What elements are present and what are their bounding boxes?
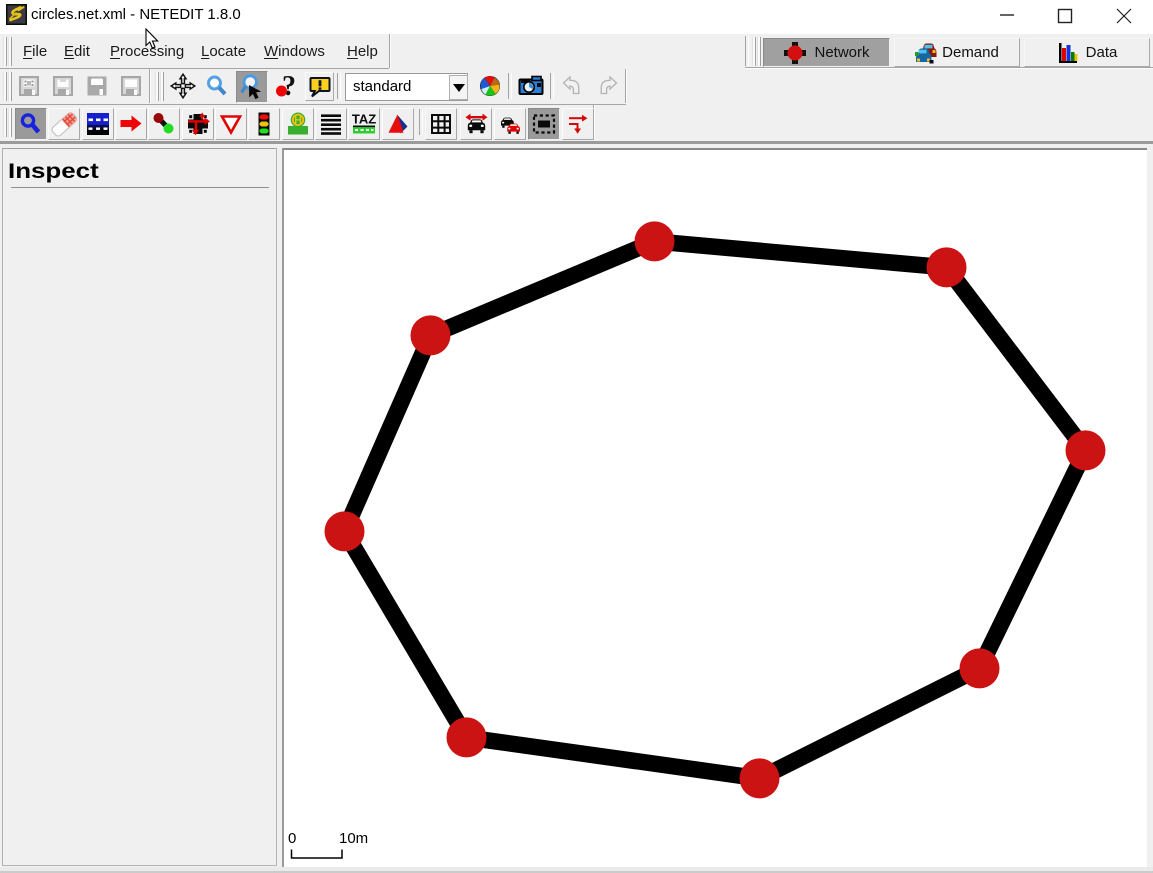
svg-text:10m: 10m [339,830,368,847]
svg-text:0: 0 [288,830,296,847]
svg-text:TAZ: TAZ [352,112,376,127]
svg-text:H: H [294,115,302,127]
